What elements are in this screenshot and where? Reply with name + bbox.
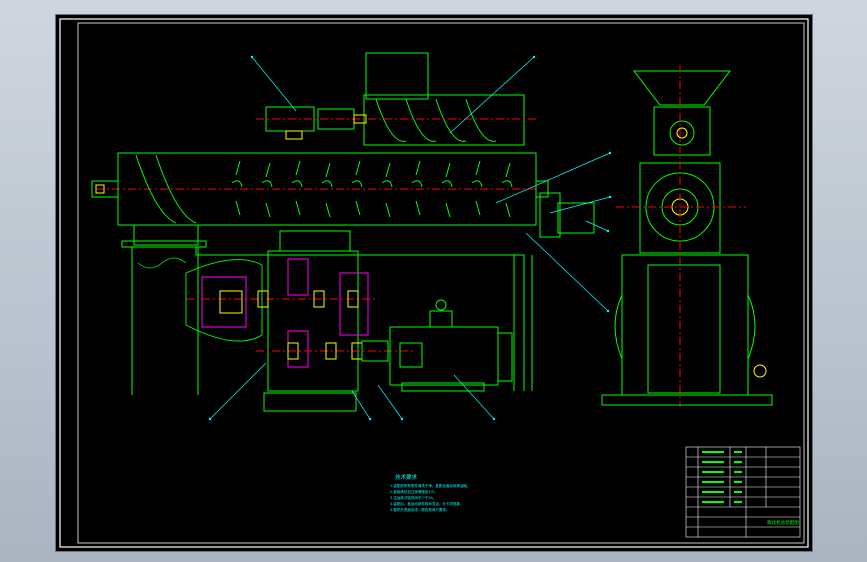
tech-req-line-2: 2.各轴承处加注润滑脂至1/3。 [390, 489, 437, 494]
clutch-section [201, 276, 247, 328]
tech-req-line-5: 5.整机外表面涂漆，颜色按用户要求。 [390, 507, 449, 512]
front-view [91, 52, 595, 412]
chute-flange [121, 240, 207, 248]
bearing-set [257, 290, 363, 360]
pulley-break-outline [185, 259, 263, 342]
side-view [601, 65, 773, 407]
feeder-head [653, 106, 711, 156]
clutch-hub [219, 290, 243, 314]
drawing-title: 膨化机总装配图 [767, 519, 799, 526]
tech-req-line-3: 3.空运转试验时间不少于2h。 [390, 495, 436, 500]
gearbox-top-cover [279, 230, 351, 252]
gearbox-housing [267, 250, 359, 392]
side-pulley-right [747, 294, 756, 360]
inner-border [77, 22, 805, 544]
feeder-head-port [669, 120, 695, 146]
motor-fan-cover [498, 332, 513, 382]
feed-hopper-front [365, 52, 429, 100]
feeder-head-shaft [676, 127, 688, 139]
side-base-plate [601, 394, 773, 406]
chute-break-line [137, 257, 187, 269]
frame-top-rail [195, 247, 525, 391]
side-pulley-left [614, 294, 623, 360]
paddle-row-lower [235, 200, 511, 218]
tech-req-heading: 技术要求 [395, 473, 418, 481]
title-block: 膨化机总装配图 [685, 446, 801, 538]
tech-req-line-4: 4.装配后，各运动部件转动灵活，无卡滞现象。 [390, 501, 463, 506]
motor-lifting-eye-base [429, 310, 453, 328]
feeder-screw-flight [375, 98, 497, 142]
motor-base [401, 382, 485, 392]
assembly-drawing: 技术要求 1.装配前所有零件清洗干净，各配合面涂润滑油脂。 2.各轴承处加注润滑… [59, 18, 809, 548]
bearing-housing-right [339, 272, 369, 336]
motor-lifting-eye [435, 299, 447, 311]
chute-walls [131, 247, 199, 395]
frame-right-leg [513, 255, 533, 391]
technical-requirements: 技术要求 1.装配前所有零件清洗干净，各配合面涂润滑油脂。 2.各轴承处加注润滑… [390, 473, 470, 512]
gear-upper-section [287, 258, 309, 296]
outlet-bracket [539, 192, 561, 238]
feeder-motor-base [285, 130, 303, 140]
cad-viewport[interactable]: 技术要求 1.装配前所有零件清洗干净，各配合面涂润滑油脂。 2.各轴承处加注润滑… [55, 14, 813, 552]
shaft-end-right [535, 180, 549, 198]
discharge-chute [133, 225, 199, 246]
tech-req-line-1: 1.装配前所有零件清洗干净，各配合面涂润滑油脂。 [390, 483, 470, 488]
main-motor [389, 326, 499, 386]
gearbox-base [263, 392, 357, 412]
motor-terminal-box [399, 342, 423, 368]
side-frame [621, 254, 749, 396]
outlet-motor [557, 202, 595, 234]
side-hopper [632, 70, 732, 106]
side-frame-inner [647, 264, 721, 394]
outer-border [59, 18, 809, 548]
side-bolt [753, 364, 767, 378]
paddle-row-upper [231, 160, 513, 188]
barrel-housing-side [639, 162, 721, 254]
